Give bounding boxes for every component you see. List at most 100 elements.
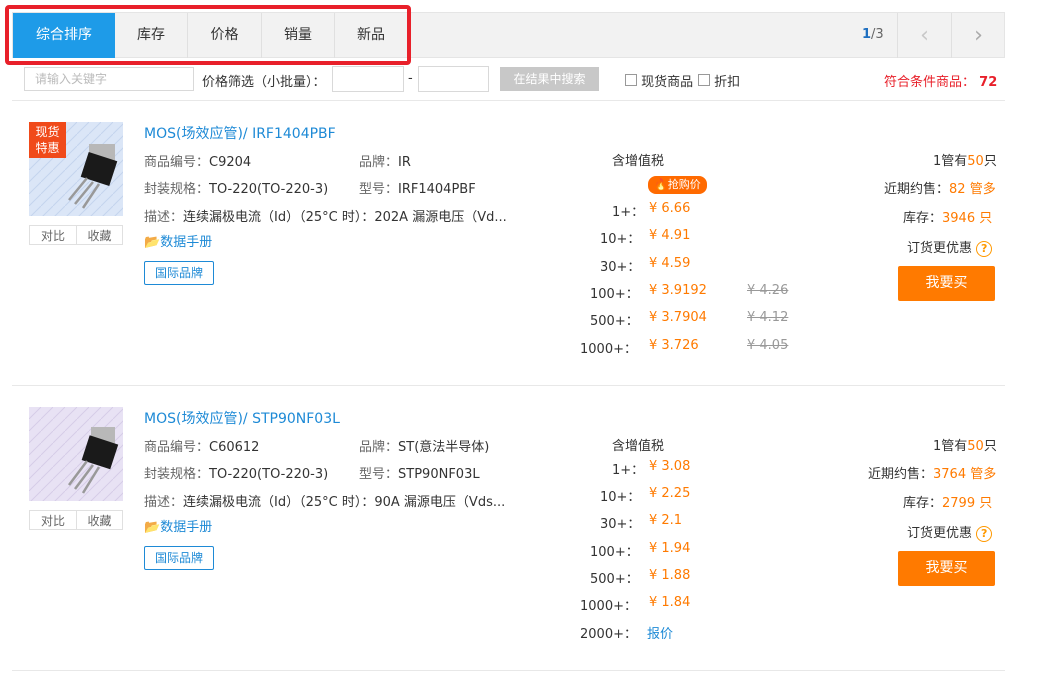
price-qty: 30+： [600, 517, 641, 532]
price-max-input[interactable] [418, 66, 489, 92]
order-discount[interactable]: 订货更优惠 ? [907, 237, 993, 257]
price-qty: 1000+： [580, 599, 637, 614]
tube-qty-value: 50 [967, 154, 984, 169]
product-title[interactable]: MOS(场效应管)/ IRF1404PBF [144, 123, 336, 143]
order-discount-label: 订货更优惠 [907, 526, 973, 541]
datasheet-label: 数据手册 [160, 520, 213, 535]
price-qty: 10+： [600, 490, 641, 505]
order-discount[interactable]: 订货更优惠 ? [907, 522, 993, 542]
discount-filter[interactable]: 折扣 [698, 71, 740, 90]
in-stock-label: 现货商品 [641, 75, 694, 90]
price-value: ¥ 4.59 [649, 256, 691, 271]
tube-qty: 1管有50只 [933, 150, 997, 169]
product-brand: 品牌：ST(意法半导体) [359, 436, 489, 455]
product-model: 型号：STP90NF03L [359, 463, 480, 482]
price-qty: 500+： [590, 314, 639, 329]
recent-sales-label: 近期约售： [868, 467, 934, 482]
favorite-button[interactable]: 收藏 [76, 225, 123, 245]
model-label: 型号： [359, 467, 399, 482]
stock-label: 库存： [903, 211, 943, 226]
desc-value: 连续漏极电流（Id）（25°C 时）：90A 漏源电压（Vds... [183, 495, 506, 510]
hot-deal-badge: 现货 特惠 [29, 122, 66, 158]
price-qty: 100+： [590, 287, 639, 302]
package-label: 封装规格： [144, 467, 210, 482]
old-price: ¥ 4.26 [747, 283, 789, 298]
search-in-results-button[interactable]: 在结果中搜索 [500, 67, 599, 91]
prev-page-button[interactable]: ‹ [897, 13, 951, 58]
product-title[interactable]: MOS(场效应管)/ STP90NF03L [144, 408, 340, 428]
favorite-button[interactable]: 收藏 [76, 510, 123, 530]
model-label: 型号： [359, 182, 399, 197]
product-brand: 品牌：IR [359, 151, 411, 170]
tube-qty-suffix: 只 [983, 439, 997, 454]
recent-sales: 近期约售：3764 管多 [868, 463, 996, 482]
datasheet-link[interactable]: 📂数据手册 [144, 516, 212, 535]
recent-sales-value: 3764 管多 [933, 467, 997, 482]
current-page: 1 [862, 27, 872, 42]
discount-label: 折扣 [714, 75, 741, 90]
stock-value: 3946 只 [942, 211, 993, 226]
product-code-value: C60612 [209, 440, 260, 455]
price-min-input[interactable] [332, 66, 404, 92]
product-image[interactable] [29, 407, 123, 501]
hot-deal-line1: 现货 [35, 125, 60, 139]
total-pages: /3 [871, 27, 884, 42]
datasheet-label: 数据手册 [160, 235, 213, 250]
compare-button[interactable]: 对比 [29, 225, 77, 245]
stock: 库存：2799 只 [903, 492, 992, 511]
brand-value: IR [398, 155, 411, 170]
price-value: ¥ 3.7904 [649, 310, 707, 325]
product-code: 商品编号：C60612 [144, 436, 259, 455]
intl-brand-tag: 国际品牌 [144, 261, 215, 285]
in-stock-filter[interactable]: 现货商品 [625, 71, 693, 90]
price-value: ¥ 2.25 [649, 486, 691, 501]
product-package: 封装规格：TO-220(TO-220-3) [144, 463, 328, 482]
result-count-value: 72 [979, 75, 998, 90]
price-qty: 1+： [612, 463, 645, 478]
product-code-label: 商品编号： [144, 155, 210, 170]
flash-price-label: 抢购价 [667, 178, 701, 191]
divider [12, 100, 1005, 101]
desc-label: 描述： [144, 210, 184, 225]
price-qty: 1000+： [580, 342, 637, 357]
quote-link[interactable]: 报价 [647, 623, 673, 642]
recent-sales-value: 82 管多 [949, 182, 996, 197]
in-stock-checkbox[interactable] [625, 74, 637, 86]
result-count: 符合条件商品： 72 [884, 71, 997, 90]
datasheet-link[interactable]: 📂数据手册 [144, 231, 212, 250]
keyword-input[interactable]: 请输入关键字 [24, 67, 194, 91]
product-desc: 描述：连续漏极电流（Id）（25°C 时）：202A 漏源电压（Vd... [144, 206, 507, 225]
product-code: 商品编号：C9204 [144, 151, 251, 170]
brand-value: ST(意法半导体) [398, 440, 490, 455]
package-label: 封装规格： [144, 182, 210, 197]
tube-qty-prefix: 1管有 [933, 439, 968, 454]
divider [12, 670, 1005, 671]
stock-value: 2799 只 [942, 496, 993, 511]
hot-deal-line2: 特惠 [35, 141, 60, 155]
tube-qty-suffix: 只 [983, 154, 997, 169]
buy-button[interactable]: 我要买 [898, 266, 995, 301]
compare-button[interactable]: 对比 [29, 510, 77, 530]
price-value: ¥ 2.1 [649, 513, 683, 528]
tube-qty: 1管有50只 [933, 435, 997, 454]
fire-icon: 🔥 [654, 178, 668, 191]
chevron-right-icon: › [974, 23, 983, 48]
tube-qty-prefix: 1管有 [933, 154, 968, 169]
discount-checkbox[interactable] [698, 74, 710, 86]
package-value: TO-220(TO-220-3) [209, 467, 329, 482]
old-price: ¥ 4.12 [747, 310, 789, 325]
product-model: 型号：IRF1404PBF [359, 178, 476, 197]
buy-button[interactable]: 我要买 [898, 551, 995, 586]
highlight-box [5, 5, 411, 65]
price-qty: 10+： [600, 232, 641, 247]
product-code-label: 商品编号： [144, 440, 210, 455]
price-filter-label: 价格筛选（小批量）： [202, 75, 326, 90]
help-icon[interactable]: ? [976, 526, 993, 542]
help-icon[interactable]: ? [976, 241, 993, 257]
price-value: ¥ 3.726 [649, 338, 699, 353]
price-value: ¥ 1.84 [649, 595, 691, 610]
old-price: ¥ 4.05 [747, 338, 789, 353]
tube-qty-value: 50 [967, 439, 984, 454]
next-page-button[interactable]: › [951, 13, 1005, 58]
product-package: 封装规格：TO-220(TO-220-3) [144, 178, 328, 197]
